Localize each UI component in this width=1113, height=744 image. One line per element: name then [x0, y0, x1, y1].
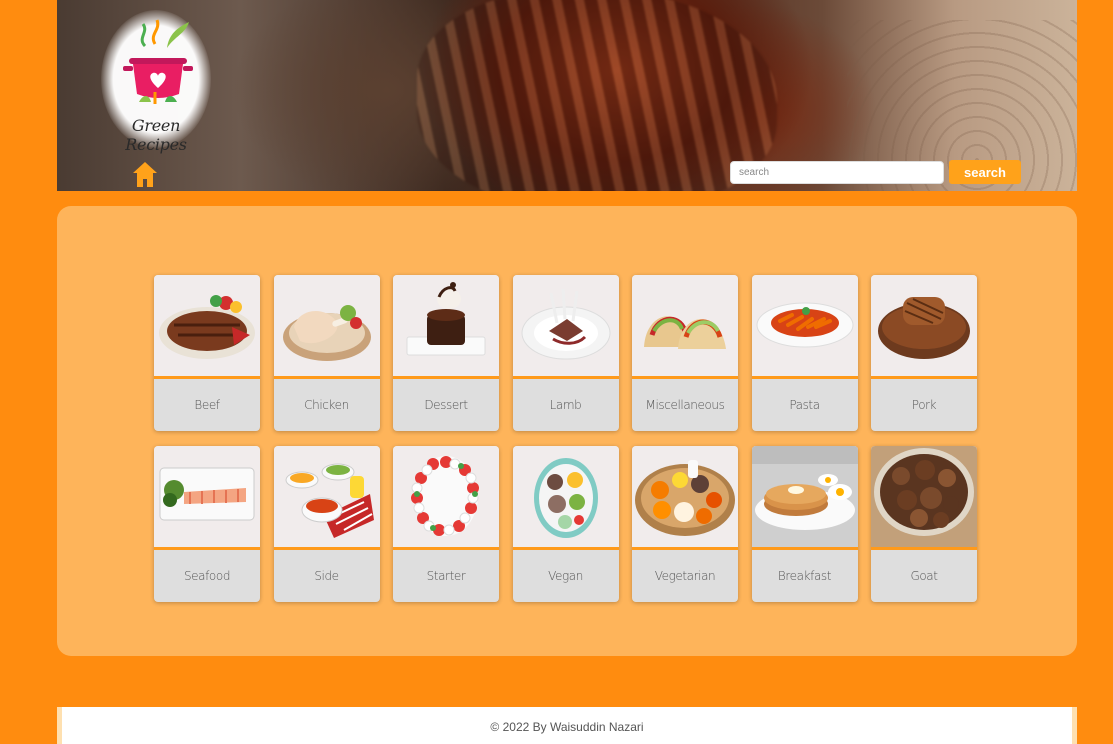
category-label: Seafood — [183, 569, 231, 583]
home-icon[interactable] — [132, 160, 158, 188]
category-card-dessert[interactable]: Dessert — [393, 275, 499, 431]
category-image — [512, 275, 619, 376]
category-grid: Beef Chicken Dessert Lamb Miscellaneous Pasta… — [154, 275, 977, 602]
beef-steak-icon — [159, 295, 255, 359]
chocolate-cake-icon — [406, 282, 486, 356]
cooking-pot-icon — [123, 19, 193, 104]
category-card-side[interactable]: Side — [273, 446, 380, 602]
pancakes-icon — [751, 446, 858, 547]
category-card-pork[interactable]: Pork — [871, 275, 977, 431]
category-image — [632, 275, 738, 376]
categories-panel: Beef Chicken Dessert Lamb Miscellaneous Pasta… — [57, 206, 1077, 656]
search-input[interactable] — [730, 161, 944, 184]
category-label: Beef — [194, 398, 220, 412]
category-card-vegetarian[interactable]: Vegetarian — [632, 446, 738, 602]
pasta-bowl-icon — [756, 302, 853, 348]
caprese-wreath-icon — [411, 456, 479, 536]
category-label: Pasta — [789, 398, 820, 412]
pork-chop-icon — [878, 297, 970, 359]
category-card-seafood[interactable]: Seafood — [154, 446, 260, 602]
category-label: Pork — [911, 398, 937, 412]
footer: © 2022 By Waisuddin Nazari — [57, 707, 1077, 744]
category-image — [871, 446, 977, 547]
category-card-beef[interactable]: Beef — [154, 275, 260, 431]
category-card-chicken[interactable]: Chicken — [273, 275, 380, 431]
lamb-rack-icon — [521, 288, 610, 360]
category-image — [154, 275, 260, 376]
category-image — [393, 275, 499, 376]
category-card-vegan[interactable]: Vegan — [512, 446, 619, 602]
category-label: Starter — [426, 569, 466, 583]
category-label: Dessert — [424, 398, 468, 412]
category-card-breakfast[interactable]: Breakfast — [751, 446, 858, 602]
category-image — [273, 446, 380, 547]
tacos-icon — [644, 316, 726, 349]
category-label: Chicken — [304, 398, 349, 412]
category-label: Breakfast — [777, 569, 832, 583]
category-card-lamb[interactable]: Lamb — [512, 275, 619, 431]
goat-stew-icon — [871, 446, 977, 547]
copyright-text: © 2022 By Waisuddin Nazari — [490, 720, 644, 734]
category-image — [154, 446, 260, 547]
header-banner: Green Recipes search — [57, 0, 1077, 191]
salmon-plate-icon — [159, 467, 255, 521]
category-image — [393, 446, 499, 547]
category-image — [632, 446, 738, 547]
category-label: Miscellaneous — [645, 398, 725, 412]
site-logo[interactable]: Green Recipes — [101, 10, 211, 154]
logo-title: Green Recipes — [125, 116, 187, 154]
thali-platter-icon — [635, 460, 735, 536]
chicken-leg-icon — [282, 305, 371, 361]
search-button[interactable]: search — [949, 160, 1021, 184]
category-card-miscellaneous[interactable]: Miscellaneous — [632, 275, 738, 431]
category-image — [871, 275, 977, 376]
category-image — [751, 446, 858, 547]
side-bowls-icon — [285, 463, 374, 538]
category-label: Goat — [910, 569, 938, 583]
category-card-starter[interactable]: Starter — [393, 446, 499, 602]
category-card-pasta[interactable]: Pasta — [751, 275, 858, 431]
category-label: Lamb — [549, 398, 582, 412]
category-label: Side — [314, 569, 339, 583]
category-image — [751, 275, 858, 376]
category-label: Vegetarian — [654, 569, 716, 583]
vegan-bowl-icon — [533, 458, 598, 538]
category-card-goat[interactable]: Goat — [871, 446, 977, 602]
category-image — [512, 446, 619, 547]
category-label: Vegan — [548, 569, 583, 583]
category-image — [273, 275, 380, 376]
